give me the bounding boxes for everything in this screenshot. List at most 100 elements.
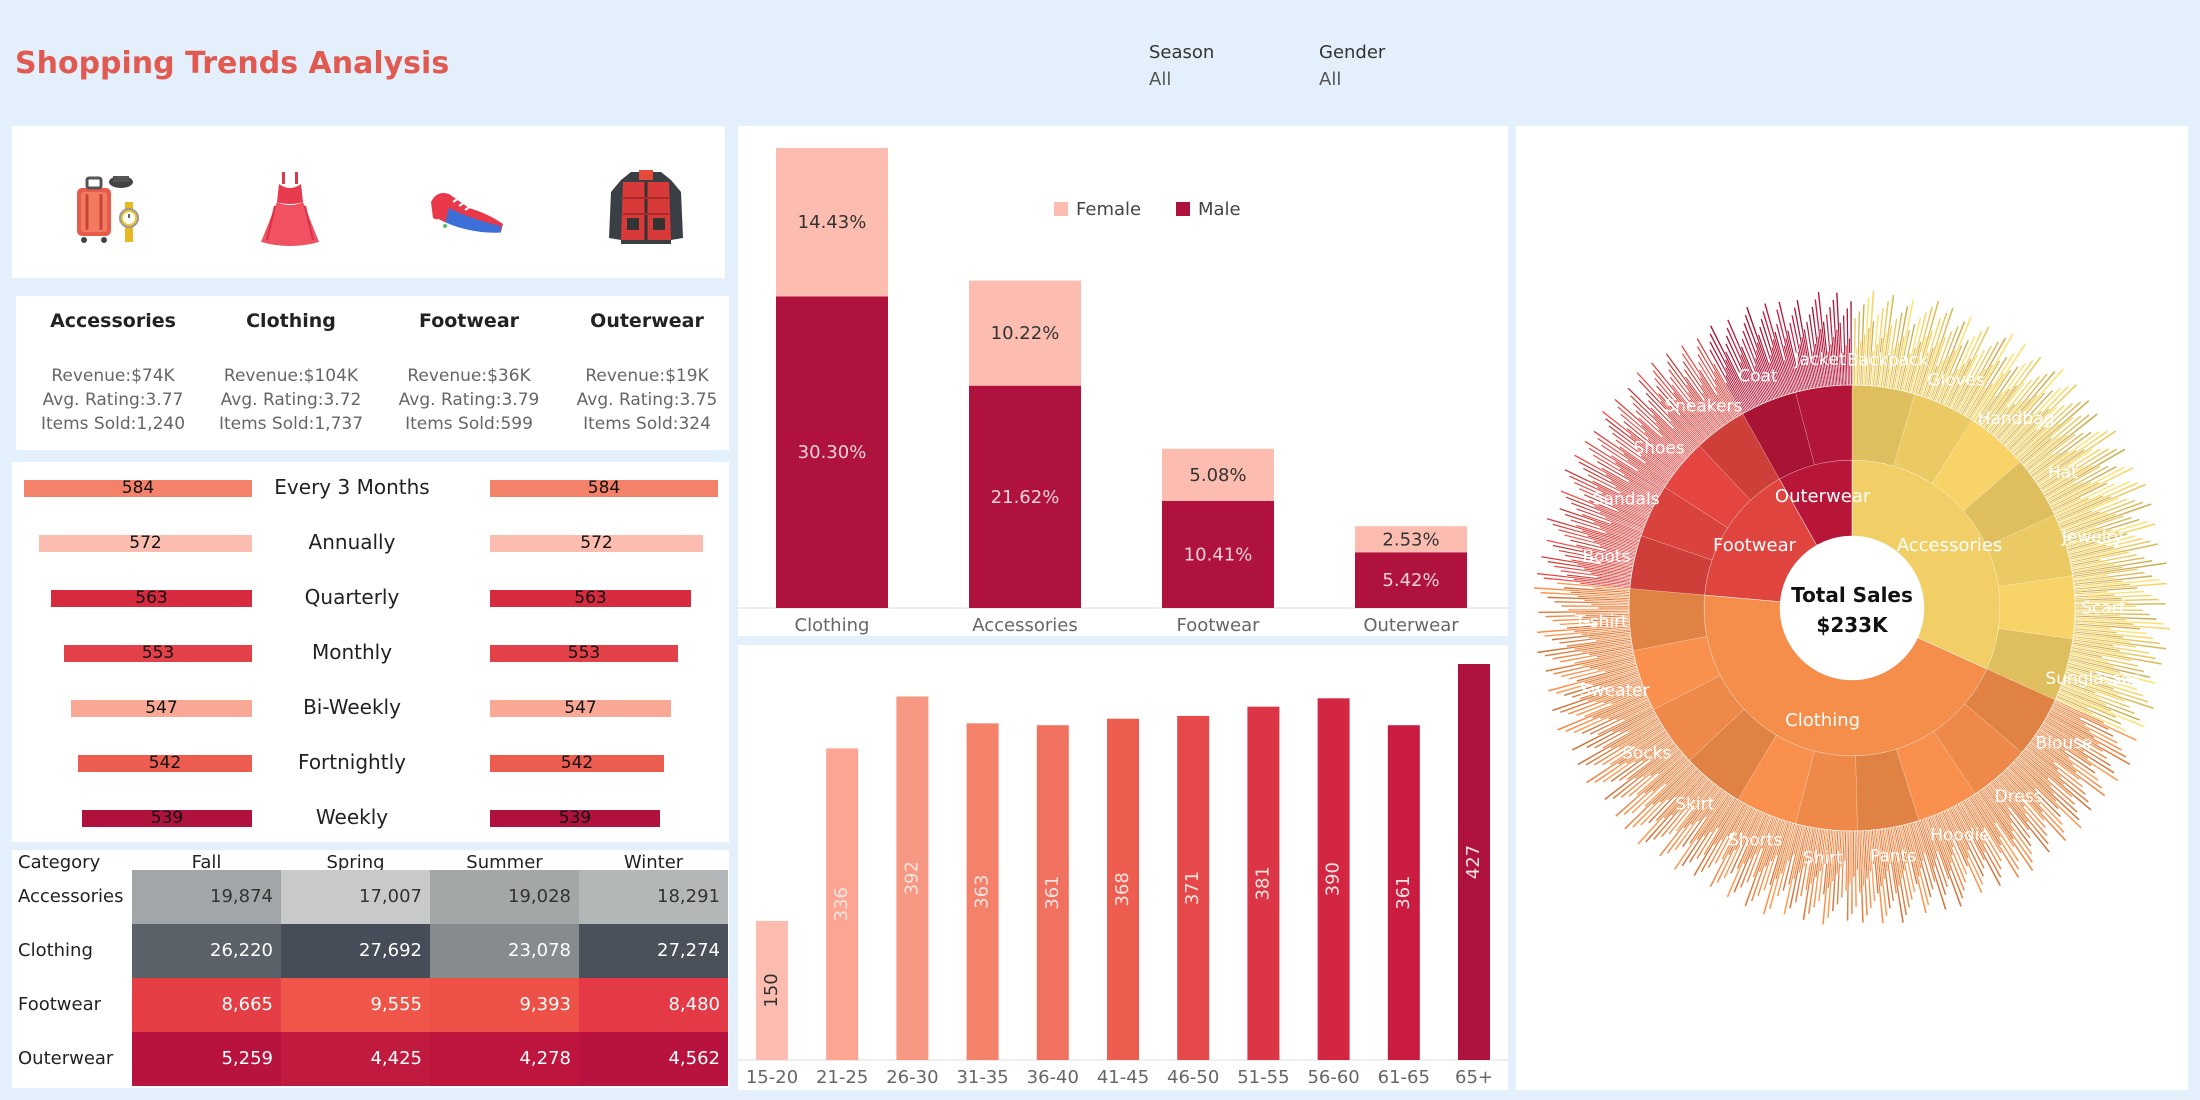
frequency-value-left: 563 [135, 588, 168, 608]
sunburst-item-label: Blouse [2036, 733, 2093, 753]
table-cell: 19,874 [132, 870, 281, 924]
age-bar-label: 150 [761, 973, 782, 1007]
frequency-label: Every 3 Months [274, 475, 430, 499]
x-tick-label: 56-60 [1307, 1067, 1359, 1088]
x-tick-label: 15-20 [746, 1067, 798, 1088]
sunburst-item-label: Handbag [1978, 409, 2055, 429]
frequency-label: Quarterly [304, 585, 400, 609]
bar-label-male: 30.30% [798, 442, 867, 463]
sunburst-item-label: Shirt [1803, 848, 1843, 868]
bar-label-female: 2.53% [1382, 529, 1439, 550]
category-items: Items Sold:599 [405, 414, 533, 434]
frequency-value-left: 553 [141, 643, 175, 663]
sunburst-item-label: T-shirt [1574, 612, 1628, 632]
frequency-value-right: 572 [580, 533, 613, 553]
x-tick-label: 65+ [1455, 1067, 1493, 1088]
sunburst-category-label: Footwear [1713, 535, 1797, 556]
sunburst-item-label: Gloves [1927, 371, 1985, 391]
frequency-label: Monthly [311, 640, 393, 664]
gender-filter-value[interactable]: All [1319, 69, 1385, 90]
table-row-label: Accessories [18, 886, 124, 907]
age-bar-label: 361 [1393, 875, 1414, 909]
page-title: Shopping Trends Analysis [15, 46, 450, 81]
sunburst-transaction-segment [1849, 300, 1853, 386]
age-bar-label: 427 [1463, 845, 1484, 879]
bar-label-female: 5.08% [1189, 465, 1246, 486]
category-rating: Avg. Rating:3.79 [398, 390, 540, 410]
table-cell: 8,480 [579, 978, 728, 1032]
sunburst-category-label: Accessories [1897, 535, 2003, 556]
table-cell: 27,692 [281, 924, 430, 978]
bar-label-female: 10.22% [991, 323, 1060, 344]
age-bar-label: 363 [972, 874, 993, 908]
table-cell: 9,393 [430, 978, 579, 1032]
table-cell: 4,278 [430, 1032, 579, 1086]
sunburst-item-label: Sandals [1593, 489, 1660, 509]
frequency-label: Annually [308, 530, 396, 554]
frequency-value-left: 547 [145, 698, 178, 718]
x-tick-label: 21-25 [816, 1067, 868, 1088]
age-bar-label: 390 [1323, 862, 1344, 896]
category-rating: Avg. Rating:3.72 [220, 390, 362, 410]
table-cell: 18,291 [579, 870, 728, 924]
season-filter[interactable]: Season All [1149, 42, 1214, 90]
table-row-label: Outerwear [18, 1048, 114, 1069]
frequency-value-right: 547 [564, 698, 597, 718]
gender-filter-label: Gender [1319, 42, 1386, 63]
table-cell: 5,259 [132, 1032, 281, 1086]
sunburst-item-label: Sweater [1580, 681, 1650, 701]
frequency-value-right: 584 [587, 478, 621, 498]
gender-category-chart-panel: 30.30% 14.43% Clothing 21.62% 10.22% Accessor… [738, 126, 1508, 636]
sunburst-item-segment[interactable] [1998, 575, 2076, 640]
x-tick-label: 61-65 [1378, 1067, 1430, 1088]
frequency-label: Weekly [315, 805, 389, 829]
sunburst-item-label: Hat [2048, 463, 2078, 483]
age-bar-label: 371 [1182, 871, 1203, 905]
sunburst-category-label: Clothing [1785, 710, 1860, 731]
category-revenue: Revenue:$74K [51, 366, 175, 386]
gender-category-chart: 30.30% 14.43% Clothing 21.62% 10.22% Accessor… [738, 148, 1508, 636]
category-revenue: Revenue:$104K [223, 366, 359, 386]
icon-panel [12, 126, 725, 278]
table-cell: 27,274 [579, 924, 728, 978]
frequency-value-right: 542 [560, 753, 594, 773]
x-tick-label: Clothing [795, 615, 870, 636]
legend-label: Female [1076, 199, 1141, 220]
table-cell: 4,562 [579, 1032, 728, 1086]
table-corner-header: Category [18, 852, 101, 873]
category-name: Outerwear [590, 310, 704, 332]
x-tick-label: 31-35 [956, 1067, 1008, 1088]
table-cell: 8,665 [132, 978, 281, 1032]
category-stats-panel: Accessories Revenue:$74K Avg. Rating:3.7… [16, 296, 729, 450]
sunburst-item-label: Jacket [1793, 350, 1845, 370]
x-tick-label: Outerwear [1363, 615, 1459, 636]
frequency-value-left: 572 [129, 533, 162, 553]
sunburst-item-label: Shoes [1633, 438, 1684, 458]
season-filter-value[interactable]: All [1149, 69, 1214, 90]
sunburst-item-label: Backpack [1847, 351, 1929, 371]
sunburst-item-label: Scarf [2081, 598, 2126, 618]
bar-label-female: 14.43% [798, 212, 867, 233]
purchase-frequency-panel: 584 Every 3 Months 584 572 Annually 572 563 Qua… [12, 462, 729, 842]
table-cell: 9,555 [281, 978, 430, 1032]
category-rating: Avg. Rating:3.75 [576, 390, 718, 410]
age-bar-label: 361 [1042, 875, 1063, 909]
legend-swatch [1176, 202, 1190, 216]
category-items: Items Sold:1,240 [40, 414, 186, 434]
table-cell: 4,425 [281, 1032, 430, 1086]
legend-swatch [1054, 202, 1068, 216]
bar-label-male: 10.41% [1184, 544, 1253, 565]
sunburst-panel: Total Sales $233K Accessories Clothing Footw… [1516, 126, 2188, 1090]
x-tick-label: Footwear [1176, 615, 1260, 636]
x-tick-label: 51-55 [1237, 1067, 1289, 1088]
x-tick-label: 26-30 [886, 1067, 938, 1088]
gender-filter[interactable]: Gender All [1319, 42, 1385, 90]
sunburst-item-label: Sneakers [1664, 397, 1742, 417]
sunburst-center [1780, 536, 1924, 680]
table-cell: 26,220 [132, 924, 281, 978]
season-filter-label: Season [1149, 42, 1215, 63]
sunburst-item-label: Sunglasses [2045, 669, 2140, 689]
sneaker-icon [423, 162, 513, 252]
table-row-label: Clothing [18, 940, 93, 961]
season-table-panel: Category Fall Spring Summer Winter Accessorie… [12, 850, 729, 1088]
